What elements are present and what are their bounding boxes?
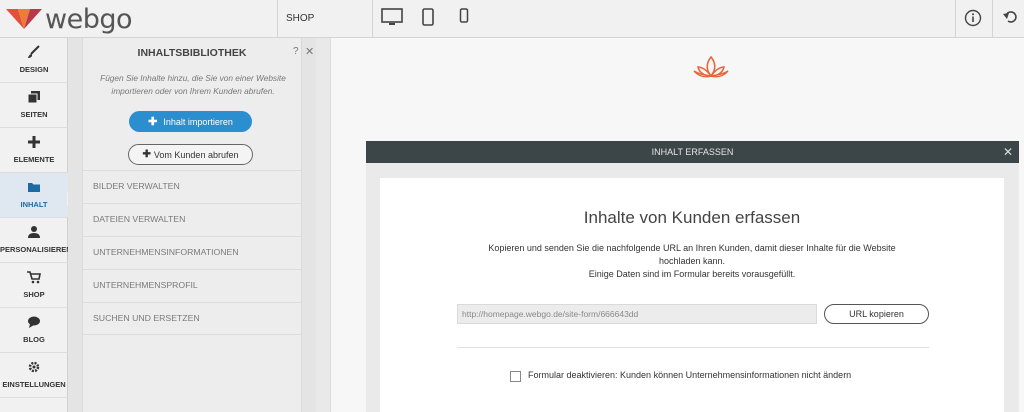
- copy-url-button[interactable]: URL kopieren: [824, 304, 929, 324]
- nav-label: DESIGN: [19, 65, 49, 74]
- mobile-view-icon[interactable]: [459, 8, 469, 24]
- top-bar: webgo SHOP: [0, 0, 1024, 38]
- folder-icon: [0, 180, 68, 194]
- nav-label: EINSTELLUNGEN: [2, 380, 66, 389]
- close-modal-button[interactable]: ✕: [1003, 141, 1013, 163]
- nav-label: SHOP: [23, 290, 45, 299]
- nav-label: PERSONALISIEREN: [0, 245, 72, 254]
- nav-inhalt[interactable]: INHALT: [0, 173, 68, 218]
- library-item-dateien[interactable]: DATEIEN VERWALTEN: [82, 203, 302, 236]
- nav-label: ELEMENTE: [13, 155, 55, 164]
- divider: [457, 347, 929, 348]
- library-title: INHALTSBIBLIOTHEK: [137, 47, 247, 59]
- nav-blog[interactable]: BLOG: [0, 308, 68, 353]
- plus-icon: ✚: [148, 116, 158, 128]
- library-item-suchen-ersetzen[interactable]: SUCHEN UND ERSETZEN: [82, 302, 302, 335]
- customer-url-field[interactable]: [457, 304, 817, 324]
- disable-form-checkbox[interactable]: [510, 371, 521, 382]
- modal-header: INHALT ERFASSEN ✕: [366, 141, 1019, 163]
- gear-icon: [0, 360, 68, 374]
- chat-bubble-icon: [0, 315, 68, 329]
- person-icon: [0, 225, 68, 239]
- webgo-logo-icon: [6, 9, 42, 29]
- library-description: Fügen Sie Inhalte hinzu, die Sie von ein…: [100, 73, 286, 96]
- instruction-line: Einige Daten sind im Formular bereits vo…: [588, 269, 796, 279]
- plus-icon: ✚: [142, 149, 151, 160]
- nav-elemente[interactable]: ELEMENTE: [0, 128, 68, 173]
- nav-design[interactable]: DESIGN: [0, 38, 68, 83]
- nav-label: INHALT: [20, 200, 48, 209]
- shop-link[interactable]: SHOP: [286, 13, 314, 24]
- library-item-unternehmensprofil[interactable]: UNTERNEHMENSPROFIL: [82, 269, 302, 302]
- tablet-view-icon[interactable]: [422, 8, 434, 26]
- library-item-bilder[interactable]: BILDER VERWALTEN: [82, 170, 302, 203]
- import-content-label: Inhalt importieren: [163, 116, 233, 127]
- brush-icon: [0, 45, 68, 59]
- logo-text: webgo: [45, 3, 133, 35]
- disable-form-label[interactable]: Formular deaktivieren: Kunden können Unt…: [528, 370, 851, 380]
- modal-body: Inhalte von Kunden erfassen Kopieren und…: [380, 178, 1004, 412]
- nav-label: BLOG: [23, 335, 45, 344]
- plus-icon: [0, 135, 68, 149]
- fetch-from-customer-button[interactable]: ✚ Vom Kunden abrufen: [128, 144, 253, 165]
- library-item-unternehmensinformationen[interactable]: UNTERNEHMENSINFORMATIONEN: [82, 236, 302, 269]
- undo-icon[interactable]: [1003, 9, 1019, 30]
- pages-icon: [0, 90, 68, 104]
- nav-seiten[interactable]: SEITEN: [0, 83, 68, 128]
- modal-title: Inhalte von Kunden erfassen: [583, 208, 801, 227]
- info-icon[interactable]: [964, 9, 982, 32]
- desktop-view-icon[interactable]: [381, 8, 403, 26]
- nav-personalisieren[interactable]: PERSONALISIEREN: [0, 218, 72, 263]
- help-button[interactable]: ?: [293, 46, 299, 57]
- fetch-from-customer-label: Vom Kunden abrufen: [153, 149, 239, 160]
- nav-einstellungen[interactable]: EINSTELLUNGEN: [0, 353, 68, 398]
- capture-content-modal: INHALT ERFASSEN ✕ Inhalte von Kunden erf…: [366, 141, 1019, 412]
- close-panel-button[interactable]: ✕: [305, 45, 314, 58]
- left-nav: DESIGN SEITEN ELEMENTE INHALT PERSONALIS…: [0, 38, 72, 412]
- instruction-line: Kopieren und senden Sie die nachfolgende…: [488, 243, 896, 253]
- nav-label: SEITEN: [20, 110, 48, 119]
- import-content-button[interactable]: ✚ Inhalt importieren: [129, 111, 252, 132]
- lotus-logo-icon: [693, 55, 729, 86]
- logo: webgo: [6, 3, 133, 35]
- nav-shop[interactable]: SHOP: [0, 263, 68, 308]
- modal-instructions: Kopieren und senden Sie die nachfolgende…: [465, 242, 919, 281]
- cart-icon: [0, 270, 68, 284]
- instruction-line: hochladen kann.: [658, 256, 726, 266]
- modal-header-title: INHALT ERFASSEN: [651, 147, 734, 157]
